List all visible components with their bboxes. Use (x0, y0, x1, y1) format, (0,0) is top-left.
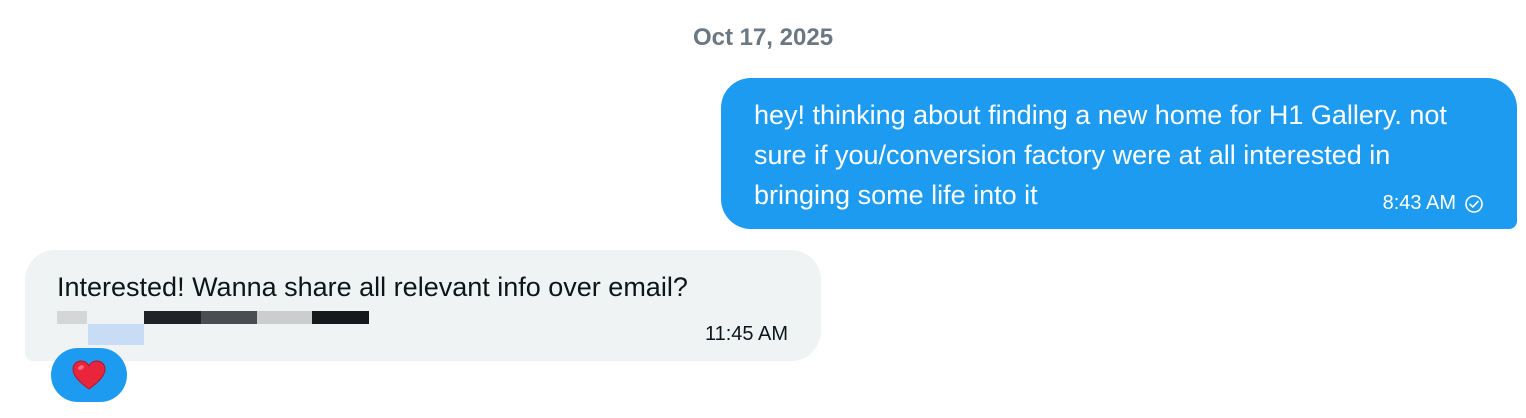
reaction-badge[interactable] (51, 348, 127, 402)
outgoing-message-time: 8:43 AM (1382, 192, 1456, 214)
incoming-message-text: Interested! Wanna share all relevant inf… (57, 272, 688, 302)
outgoing-message-text: hey! thinking about finding a new home f… (754, 100, 1447, 210)
date-separator: Oct 17, 2025 (692, 24, 834, 51)
outgoing-message-bubble[interactable]: hey! thinking about finding a new home f… (721, 78, 1517, 229)
redacted-content (57, 311, 369, 345)
incoming-message-time: 11:45 AM (704, 323, 788, 345)
incoming-message-bubble[interactable]: Interested! Wanna share all relevant inf… (25, 250, 821, 361)
check-circle-icon (1464, 194, 1484, 214)
outgoing-message-meta: 8:43 AM (1383, 192, 1484, 215)
red-heart-icon (72, 360, 106, 390)
